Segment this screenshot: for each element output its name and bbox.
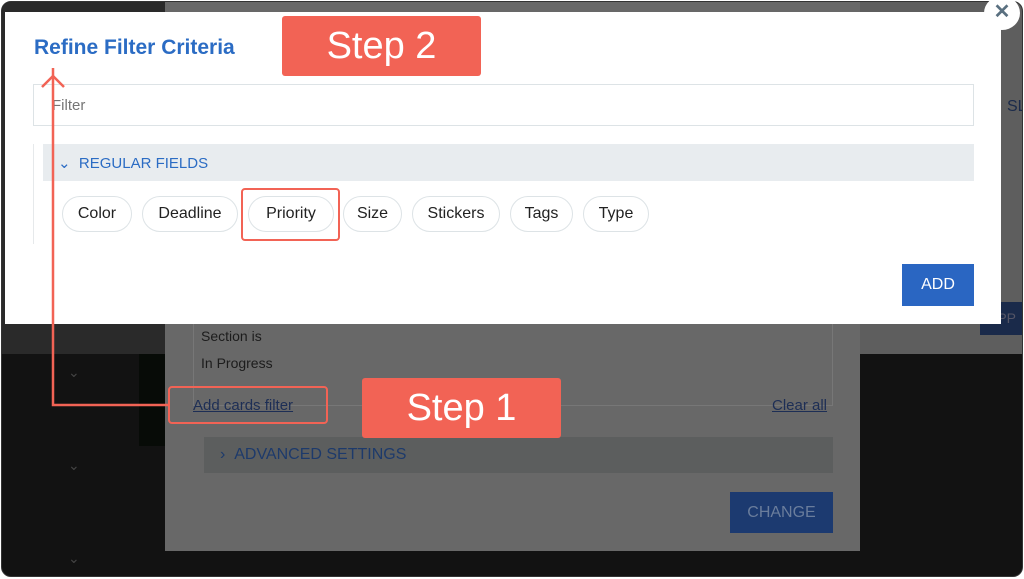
- guide-arrow: [41, 68, 168, 407]
- arrow-line: [51, 68, 168, 407]
